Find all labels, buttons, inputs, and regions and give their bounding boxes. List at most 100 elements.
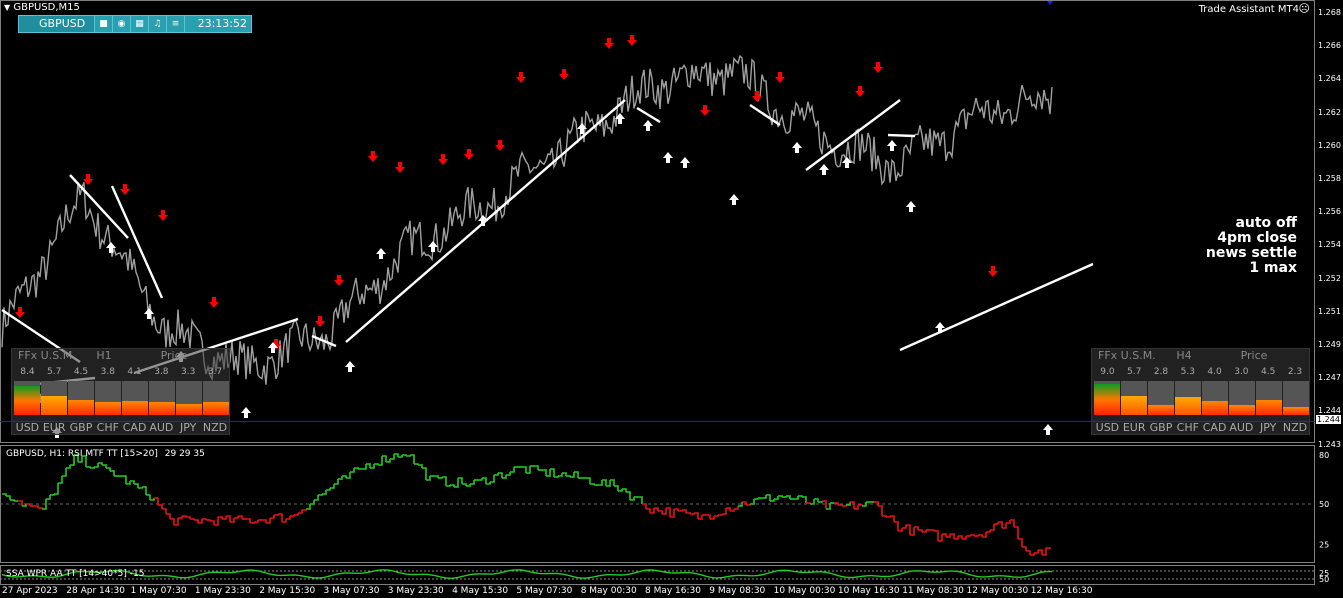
bell-icon[interactable]: ♫ [149, 16, 167, 32]
symbol-toolbar[interactable]: GBPUSD ■ ◉ ▦ ♫ ≡ 23:13:52 [18, 15, 252, 33]
strength-bar [14, 381, 40, 415]
strength-value: 4.5 [73, 367, 89, 377]
rsi-segment [490, 475, 495, 483]
rsi-segment [94, 463, 99, 468]
currency-label: GBP [1149, 421, 1173, 434]
strength-value: 2.8 [1153, 367, 1169, 377]
sell-arrow-icon [988, 266, 998, 277]
price-tick-label: 1.254 [1318, 240, 1341, 250]
strength-bar-fill [203, 402, 229, 415]
rsi-segment [66, 465, 71, 469]
panel-header: FFx U.S.M. H1 Price [12, 349, 229, 363]
rsi-segment [162, 508, 167, 514]
trade-assistant-label[interactable]: Trade Assistant MT4 [1199, 4, 1299, 15]
chart-canvas[interactable]: 8050252550 [0, 0, 1343, 598]
rsi-segment [966, 535, 971, 537]
rsi-segment [566, 475, 571, 477]
strength-bar-fill [1202, 401, 1228, 415]
price-axis[interactable]: 1.268 1.266 1.264 1.262 1.260 1.258 1.256 1.254… [1315, 0, 1343, 585]
collapse-icon[interactable]: ▼ [4, 3, 10, 12]
window-title-text: GBPUSD,M15 [13, 2, 80, 13]
trendline [899, 262, 1094, 352]
rsi-segment [86, 466, 91, 468]
price-tick-label: 1.247 [1318, 373, 1341, 383]
rsi-segment [646, 508, 651, 513]
currency-label: JPY [1260, 421, 1277, 434]
camera-icon[interactable]: ■ [95, 16, 113, 32]
buy-arrow-icon [376, 248, 386, 259]
rsi-segment [894, 521, 899, 531]
rsi-segment [234, 516, 239, 519]
currency-label: EUR [42, 421, 66, 434]
price-tick-label: 1.251 [1318, 306, 1341, 316]
price-tick-label: 1.266 [1318, 41, 1341, 51]
sell-arrow-icon [120, 184, 130, 195]
rsi-segment [590, 483, 595, 485]
currency-label: CAD [122, 421, 147, 434]
rsi-segment [270, 515, 275, 519]
time-tick-label: 28 Apr 14:30 [66, 586, 125, 596]
smiley-icon[interactable]: ☹ [1299, 2, 1310, 15]
wpr-title: SSA WPR AA TT [14>40*5] -15 [6, 569, 145, 579]
strength-bar [68, 381, 94, 415]
strength-value: 5.3 [1180, 367, 1195, 377]
rsi-segment [50, 494, 55, 496]
strength-bar [1202, 381, 1228, 415]
time-axis[interactable]: 27 Apr 2023 28 Apr 14:30 1 May 07:30 1 May … [0, 585, 1315, 598]
rsi-segment [718, 514, 723, 516]
trendline [749, 104, 781, 126]
strength-bar [41, 381, 67, 415]
eye-icon[interactable]: ◉ [113, 16, 131, 32]
currency-label: AUD [149, 421, 174, 434]
rsi-segment [170, 518, 175, 525]
rsi-segment [586, 477, 591, 484]
menu-icon[interactable]: ≡ [167, 16, 185, 32]
rsi-segment [1034, 550, 1039, 554]
time-tick-label: 1 May 07:30 [130, 586, 187, 596]
rsi-segment [810, 499, 815, 505]
strength-value: 4.0 [1207, 367, 1222, 377]
currency-label: USD [1095, 421, 1120, 434]
time-tick-label: 27 Apr 2023 [2, 586, 58, 596]
strength-bar [1256, 381, 1282, 415]
sell-arrow-icon [158, 210, 168, 221]
strength-bar-fill [1283, 407, 1309, 415]
time-tick-label: 2 May 15:30 [259, 586, 316, 596]
rsi-segment [422, 467, 427, 480]
trendline [110, 185, 164, 299]
rsi-segment [302, 509, 307, 511]
rsi-segment [1022, 546, 1027, 551]
sell-arrow-icon [15, 307, 25, 318]
rsi-segment [34, 505, 39, 508]
rsi-segment [706, 514, 711, 519]
currency-labels: USD EUR GBP CHF CAD AUD JPY NZD [1094, 421, 1309, 434]
sell-arrow-icon [368, 151, 378, 162]
rsi-segment [626, 491, 631, 500]
strength-bar-fill [1121, 395, 1147, 415]
strength-bar-fill [1148, 405, 1174, 415]
chart-window[interactable]: 80 50 25 25 50 ▼ GBPUSD,M15 GBPUSD ■ ◉ ▦ ♫ ≡… [0, 0, 1343, 598]
symbol-button[interactable]: GBPUSD [19, 16, 95, 32]
strength-value: 5.7 [47, 367, 62, 377]
strength-bar-fill [41, 395, 67, 415]
currency-label: AUD [1229, 421, 1254, 434]
rsi-segment [262, 519, 267, 523]
rsi-segment [6, 495, 11, 500]
panel-timeframe: H4 [1176, 349, 1192, 362]
buy-arrow-icon [643, 120, 653, 131]
buy-arrow-icon [887, 140, 897, 151]
strength-bar-fill [149, 402, 175, 415]
buy-arrow-icon [680, 157, 690, 168]
calendar-icon[interactable]: ▦ [131, 16, 149, 32]
strength-bar [1229, 381, 1255, 415]
time-tick-label: 12 May 16:30 [1030, 586, 1093, 596]
sell-arrow-icon [700, 105, 710, 116]
rsi-segment [310, 500, 315, 505]
rsi-segment [658, 510, 663, 514]
buy-arrow-icon [241, 407, 251, 418]
rsi-segment [494, 473, 499, 476]
strength-bar-fill [1229, 404, 1255, 415]
buy-arrow-icon [345, 361, 355, 372]
rsi-segment [750, 499, 755, 505]
rsi-segment [110, 470, 115, 476]
